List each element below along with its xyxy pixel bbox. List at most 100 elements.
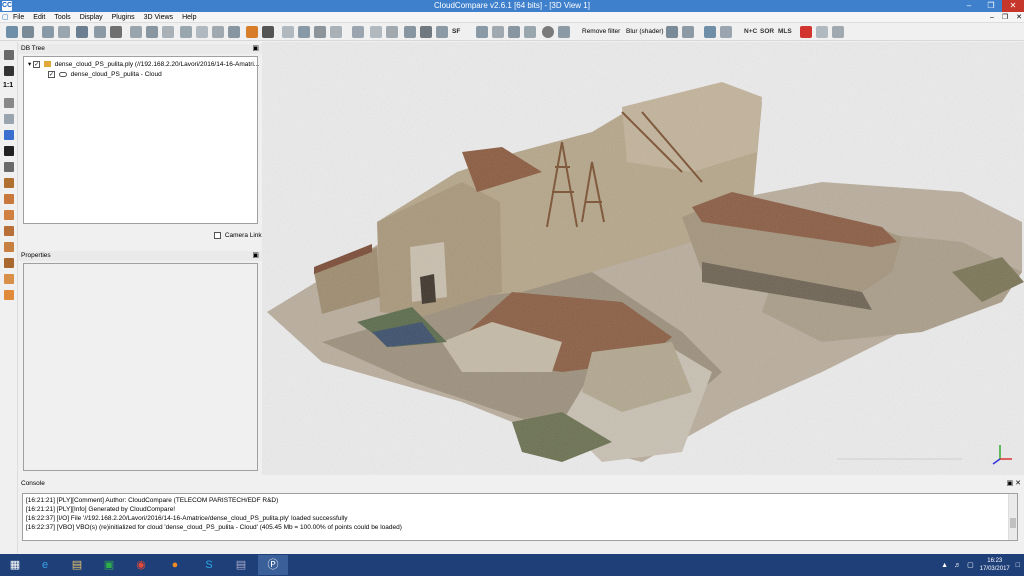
- tree-file-node[interactable]: ▾ ✓ dense_cloud_PS_pulita.ply (//192.168…: [28, 60, 259, 69]
- menu-help[interactable]: Help: [182, 12, 196, 23]
- excel-icon[interactable]: ▣: [94, 555, 124, 575]
- 3d-view[interactable]: [262, 42, 1024, 475]
- canupo-icon[interactable]: [832, 26, 844, 38]
- pcv-icon[interactable]: [800, 26, 812, 38]
- mdi-restore-icon[interactable]: ❐: [1002, 12, 1008, 23]
- shield-icon[interactable]: [146, 26, 158, 38]
- segment-icon[interactable]: [282, 26, 294, 38]
- scrollbar-thumb[interactable]: [1010, 518, 1016, 528]
- menu-display[interactable]: Display: [80, 12, 103, 23]
- close-icon[interactable]: ✕: [1002, 0, 1024, 12]
- ssao-icon[interactable]: [682, 26, 694, 38]
- expand-arrow-icon[interactable]: ▾: [28, 61, 31, 68]
- network-icon[interactable]: ▢: [967, 561, 974, 569]
- merge-icon[interactable]: [58, 26, 70, 38]
- zoom-1-1-button[interactable]: 1:1: [3, 82, 13, 89]
- lighting-icon[interactable]: [4, 130, 14, 140]
- clock[interactable]: 16:23 17/03/2017: [980, 557, 1010, 573]
- camera-link[interactable]: Camera Link: [214, 231, 262, 240]
- top-view-icon[interactable]: [4, 242, 14, 252]
- noise-icon[interactable]: [162, 26, 174, 38]
- mdi-close-icon[interactable]: ✕: [1016, 12, 1022, 23]
- mls-button[interactable]: MLS: [778, 23, 792, 41]
- histogram-icon[interactable]: [352, 26, 364, 38]
- sf-color-icon[interactable]: [704, 26, 716, 38]
- windows-start-icon[interactable]: ▦: [0, 555, 30, 575]
- cloud-plugin-icon[interactable]: [816, 26, 828, 38]
- notifications-icon[interactable]: □: [1016, 562, 1020, 569]
- left-view-icon[interactable]: [4, 210, 14, 220]
- translate-icon[interactable]: [76, 26, 88, 38]
- document-icon[interactable]: ▢: [2, 13, 11, 22]
- sf-gradient-icon[interactable]: [370, 26, 382, 38]
- person-icon[interactable]: [558, 26, 570, 38]
- cloudcompare-taskbar-icon[interactable]: Ⓟ: [258, 555, 288, 575]
- nc-button[interactable]: N+C: [744, 23, 757, 41]
- align-icon[interactable]: [94, 26, 106, 38]
- document-app-icon[interactable]: ▤: [226, 555, 256, 575]
- db-tree[interactable]: ▾ ✓ dense_cloud_PS_pulita.ply (//192.168…: [23, 56, 259, 224]
- checkbox[interactable]: ✓: [33, 60, 41, 68]
- pick-point-icon[interactable]: [330, 26, 342, 38]
- mesh-icon[interactable]: [228, 26, 240, 38]
- plus-icon[interactable]: [4, 98, 14, 108]
- sor-button[interactable]: SOR: [760, 23, 774, 41]
- shield-icon[interactable]: [476, 26, 488, 38]
- add-sf-icon[interactable]: [420, 26, 432, 38]
- plane-icon[interactable]: [314, 26, 326, 38]
- iso2-view-icon[interactable]: [4, 290, 14, 300]
- shader-icon[interactable]: [666, 26, 678, 38]
- console-undock-close-icon[interactable]: ▣ ✕: [1007, 479, 1021, 489]
- console-scrollbar[interactable]: [1008, 494, 1017, 540]
- file-explorer-icon[interactable]: ▤: [62, 555, 92, 575]
- undock-icon[interactable]: ▣: [252, 44, 259, 54]
- remove-filter-button[interactable]: Remove filter: [582, 23, 620, 41]
- chrome-icon[interactable]: ◉: [126, 555, 156, 575]
- filter-icon[interactable]: [386, 26, 398, 38]
- firefox-icon[interactable]: ●: [160, 555, 190, 575]
- bottom-view-icon[interactable]: [4, 258, 14, 268]
- save-icon[interactable]: [22, 26, 34, 38]
- back-view-icon[interactable]: [4, 194, 14, 204]
- menu-tools[interactable]: Tools: [54, 12, 70, 23]
- checkbox[interactable]: ✓: [48, 70, 55, 78]
- subsample-icon[interactable]: [130, 26, 142, 38]
- undock-icon[interactable]: ▣: [252, 251, 259, 261]
- move-icon[interactable]: [298, 26, 310, 38]
- internet-explorer-icon[interactable]: e: [30, 555, 60, 575]
- distance-icon[interactable]: [212, 26, 224, 38]
- tree-cloud-node[interactable]: ✓ dense_cloud_PS_pulita - Cloud: [48, 70, 162, 79]
- point-cloud-render[interactable]: [262, 42, 1024, 475]
- camera-icon[interactable]: [4, 66, 14, 76]
- translate-icon[interactable]: [4, 146, 14, 156]
- console-output[interactable]: [16:21:21] [PLY][Comment] Author: CloudC…: [22, 493, 1018, 541]
- fit-icon[interactable]: [508, 26, 520, 38]
- right-view-icon[interactable]: [4, 226, 14, 236]
- restore-icon[interactable]: ❐: [980, 0, 1002, 12]
- iso1-view-icon[interactable]: [4, 274, 14, 284]
- zoom-icon[interactable]: [4, 162, 14, 172]
- sample-mesh-icon[interactable]: [180, 26, 192, 38]
- blur-shader-button[interactable]: Blur (shader): [626, 23, 664, 41]
- menu-file[interactable]: File: [13, 12, 24, 23]
- menu-3d-views[interactable]: 3D Views: [144, 12, 173, 23]
- menu-plugins[interactable]: Plugins: [112, 12, 135, 23]
- checker-icon[interactable]: [262, 26, 274, 38]
- clone-icon[interactable]: [42, 26, 54, 38]
- camera-link-checkbox[interactable]: [214, 231, 221, 239]
- mesh-color-icon[interactable]: [720, 26, 732, 38]
- mesh-grid-icon[interactable]: [524, 26, 536, 38]
- sphere-icon[interactable]: [542, 26, 554, 38]
- sf-convert-icon[interactable]: [436, 26, 448, 38]
- sf-arithmetic-icon[interactable]: [404, 26, 416, 38]
- perspective-icon[interactable]: [4, 114, 14, 124]
- front-view-icon[interactable]: [4, 178, 14, 188]
- mdi-minimize-icon[interactable]: –: [990, 12, 994, 23]
- skype-icon[interactable]: S: [194, 555, 224, 575]
- minimize-icon[interactable]: –: [958, 0, 980, 12]
- speaker-icon[interactable]: ♬: [954, 562, 961, 569]
- compute-normals-icon[interactable]: [196, 26, 208, 38]
- delete-icon[interactable]: [110, 26, 122, 38]
- octree-icon[interactable]: [246, 26, 258, 38]
- sf-button[interactable]: SF: [452, 23, 460, 41]
